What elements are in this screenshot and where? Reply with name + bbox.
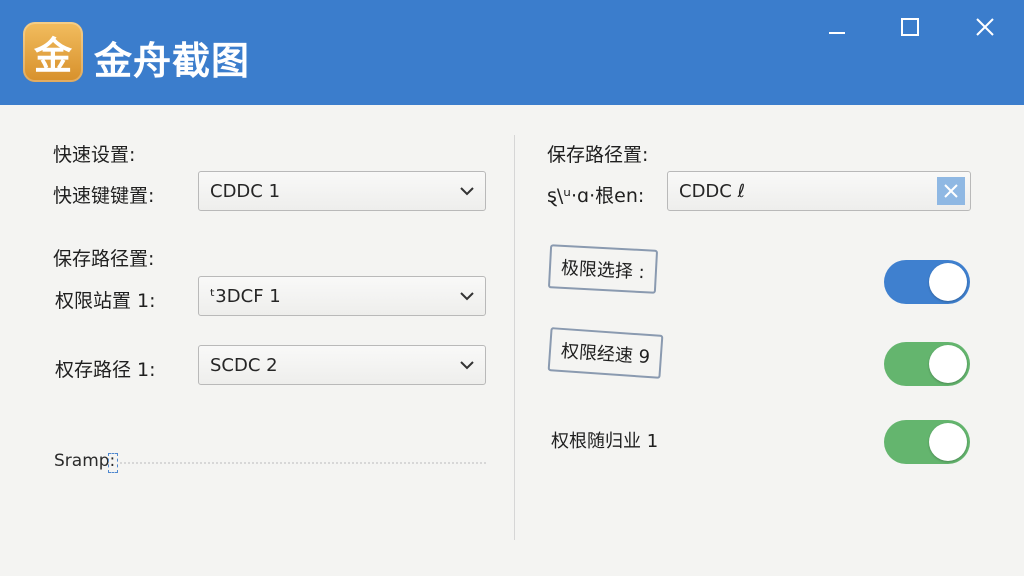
toggle-label-3: 权根随归业 1: [551, 431, 659, 452]
stamp-field[interactable]: Sramp:: [54, 451, 486, 473]
toggle-knob: [929, 423, 967, 461]
quick-settings-heading: 快速设置:: [53, 144, 136, 166]
toggle-label-1: 极限选择 :: [547, 244, 658, 294]
root-input[interactable]: CDDC ℓ: [667, 171, 971, 211]
chevron-down-icon: [449, 277, 485, 315]
toggle-knob: [929, 345, 967, 383]
maximize-button[interactable]: [887, 12, 933, 42]
shortcut-select[interactable]: CDDC 1: [198, 171, 486, 211]
minimize-button[interactable]: [814, 12, 860, 42]
title-bar: 金 金舟截图: [0, 0, 1024, 105]
close-icon: [976, 18, 994, 36]
path-select-value: SCDC 2: [210, 354, 278, 376]
permission-select-value: ᵗ3DCF 1: [210, 285, 281, 307]
shortcut-select-value: CDDC 1: [210, 180, 281, 202]
panel-divider: [514, 135, 515, 540]
root-input-value: CDDC ℓ: [679, 180, 746, 202]
permission-select[interactable]: ᵗ3DCF 1: [198, 276, 486, 316]
app-logo-icon: 金: [23, 22, 83, 82]
root-label: ȿ\ᵘ·ɑ·根en:: [547, 185, 645, 207]
toggle-switch-3[interactable]: [884, 420, 970, 464]
close-button[interactable]: [962, 12, 1008, 42]
chevron-down-icon: [449, 172, 485, 210]
permission-label: 权限站置 1:: [55, 290, 156, 312]
path-label: 权存路径 1:: [55, 359, 156, 381]
chevron-down-icon: [449, 346, 485, 384]
path-select[interactable]: SCDC 2: [198, 345, 486, 385]
right-save-path-heading: 保存路径置:: [547, 144, 649, 166]
stamp-label: Sramp:: [54, 451, 116, 471]
shortcut-label: 快速键键置:: [53, 185, 155, 207]
toggle-switch-1[interactable]: [884, 260, 970, 304]
save-path-heading: 保存路径置:: [53, 248, 155, 270]
maximize-icon: [901, 18, 919, 36]
toggle-label-2: 权限经速 9: [547, 327, 664, 379]
toggle-knob: [929, 263, 967, 301]
clear-icon[interactable]: [937, 177, 965, 205]
stamp-dotted-line: [120, 462, 486, 464]
minimize-icon: [829, 32, 845, 34]
app-window: 金 金舟截图 快速设置: 快速键键置: CDDC 1 保存路径置: 权限站置 1…: [0, 0, 1024, 576]
toggle-switch-2[interactable]: [884, 342, 970, 386]
text-caret: [108, 453, 118, 473]
app-title: 金舟截图: [94, 39, 251, 83]
